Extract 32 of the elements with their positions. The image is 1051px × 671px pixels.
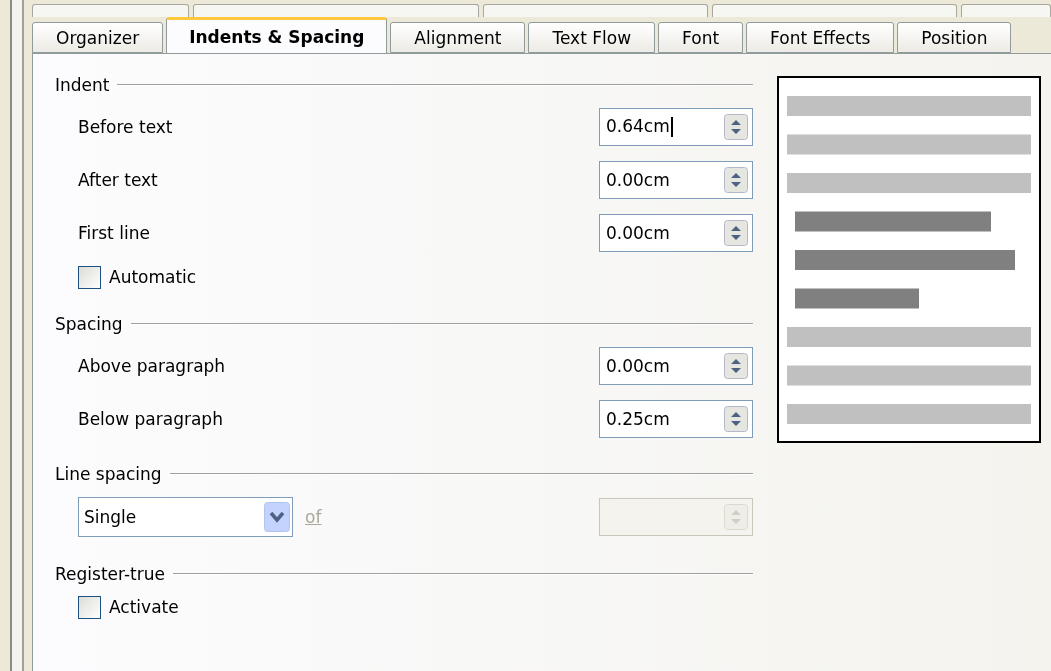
checkbox-label: Activate (109, 597, 179, 617)
section-title: Spacing (55, 314, 123, 334)
spin-field[interactable]: 0.00cm (599, 160, 753, 199)
section-title: Register-true (55, 564, 165, 584)
tab[interactable]: Text Flow (528, 22, 656, 53)
spin-buttons[interactable] (724, 166, 748, 193)
spin-field[interactable]: 0.25cm (599, 399, 753, 438)
tab[interactable]: Position (897, 22, 1012, 53)
tab[interactable]: Alignment (390, 22, 526, 53)
checkbox-label: Automatic (109, 267, 197, 287)
spin-field[interactable]: 0.00cm (599, 346, 753, 385)
tab[interactable]: Indents & Spacing (166, 17, 388, 53)
field-label: Above paragraph (78, 355, 226, 376)
section-title: Indent (55, 75, 110, 95)
tab[interactable]: Font Effects (746, 22, 895, 53)
spin-buttons[interactable] (724, 219, 748, 246)
checkbox[interactable] (78, 265, 101, 289)
spin-buttons[interactable] (724, 352, 748, 379)
spin-field[interactable]: 0.64cm (599, 107, 753, 146)
spin-field[interactable]: 0.00cm (599, 213, 753, 252)
field-label: Below paragraph (78, 408, 223, 429)
tab[interactable]: Font (658, 22, 744, 53)
spin-field[interactable] (599, 498, 753, 536)
field-label: After text (78, 169, 158, 190)
of-label: of (305, 507, 322, 527)
spin-buttons[interactable] (724, 405, 748, 432)
field-label: First line (78, 222, 150, 243)
checkbox[interactable] (78, 595, 101, 619)
field-label: Before text (78, 116, 173, 137)
spin-buttons[interactable] (724, 113, 748, 140)
section-title: Line spacing (55, 464, 162, 484)
tab[interactable]: Organizer (32, 22, 164, 53)
